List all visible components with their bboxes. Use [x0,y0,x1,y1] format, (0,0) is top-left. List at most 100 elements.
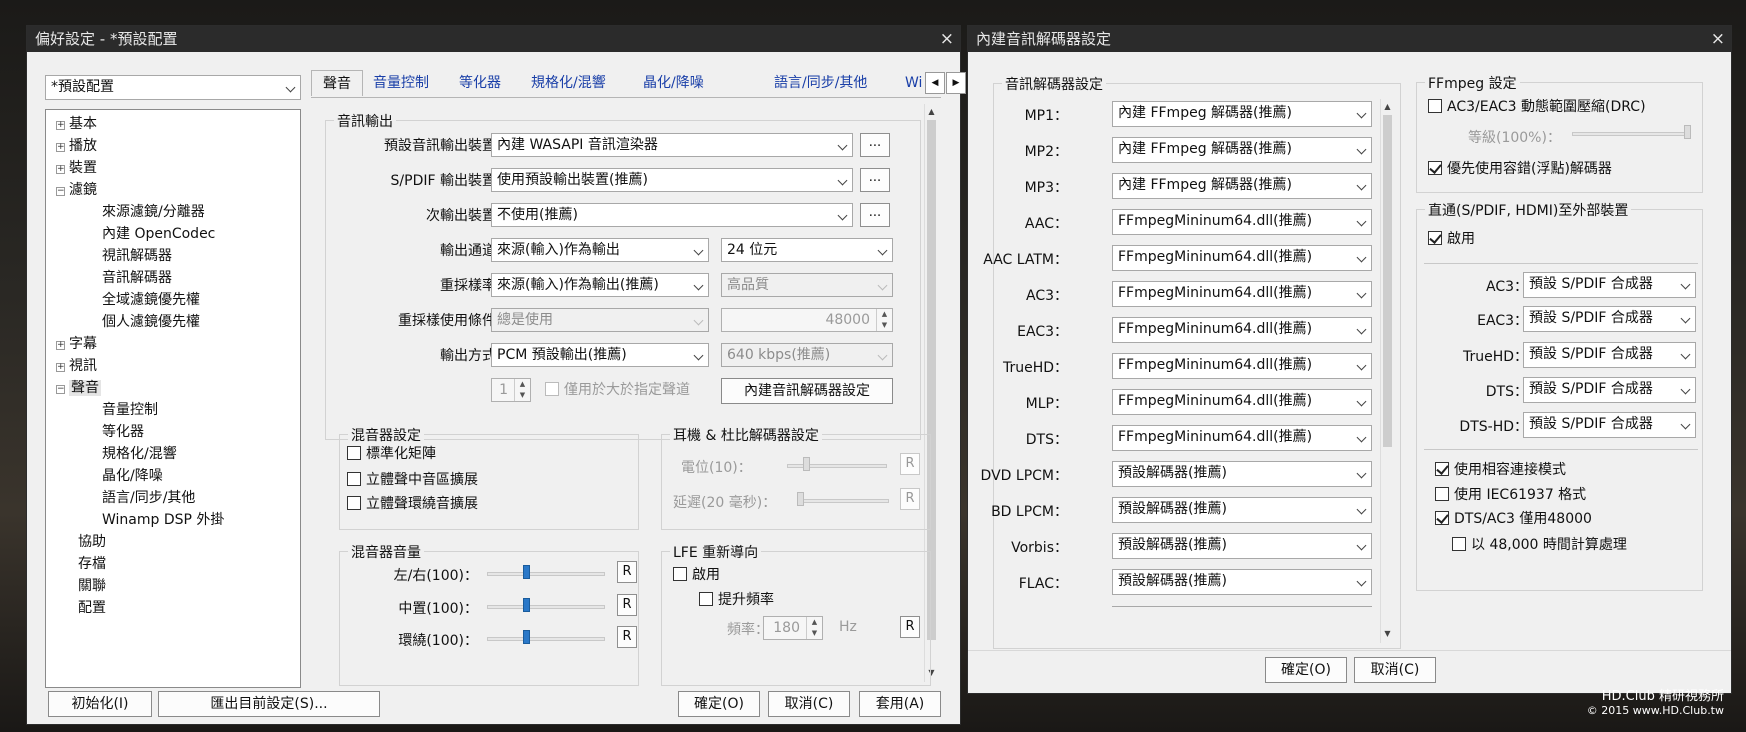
decoder-mp3-select[interactable]: 內建 FFmpeg 解碼器(推薦) [1112,173,1372,199]
decoder-ac3-select[interactable]: FFmpegMininum64.dll(推薦) [1112,281,1372,307]
spin-buttons-icon[interactable]: ▲ ▼ [514,379,530,401]
tree-item-profiles[interactable]: 配置 [78,599,106,617]
tree-item-audio-decoder[interactable]: 音訊解碼器 [102,269,172,287]
tab-sound[interactable]: 聲音 [311,70,363,96]
tab-language-sync[interactable]: 語言/同步/其他 [774,70,867,96]
tree-item-playback[interactable]: + 播放 [56,137,97,155]
decoder-dvd-lpcm-select[interactable]: 預設解碼器(推薦) [1112,461,1372,487]
surround-slider-thumb[interactable] [523,630,530,644]
passthrough-ac3-select[interactable]: 預設 S/PDIF 合成器 [1523,272,1696,298]
tree-item-video-decoder[interactable]: 視訊解碼器 [102,247,172,265]
tree-item-global-filter-priority[interactable]: 全域濾鏡優先權 [102,291,200,309]
sample-rate-input[interactable]: 48000 ▲ ▼ [721,308,893,332]
apply-button[interactable]: 套用(A) [859,691,941,717]
tab-winamp[interactable]: Wi [905,70,922,96]
tree-item-filters[interactable]: − 濾鏡 [56,181,97,199]
resample-quality-select[interactable]: 高品質 [721,273,893,297]
expand-icon[interactable]: + [56,341,65,350]
level-reset-button[interactable]: R [900,453,920,475]
decoder-bd-lpcm-select[interactable]: 預設解碼器(推薦) [1112,497,1372,523]
tree-item-crystal-denoise[interactable]: 晶化/降噪 [102,467,163,485]
delay-slider-thumb[interactable] [797,492,804,506]
tab-scroll-left-icon[interactable]: ◀ [925,72,945,94]
output-method-select[interactable]: PCM 預設輸出(推薦) [491,343,709,367]
tree-item-language-sync[interactable]: 語言/同步/其他 [102,489,195,507]
resample-condition-select[interactable]: 總是使用 [491,308,709,332]
tree-item-opencodec[interactable]: 內建 OpenCodec [102,225,215,243]
initialize-button[interactable]: 初始化(I) [48,691,152,717]
secondary-device-more-button[interactable]: ... [860,203,890,227]
resample-rate-select[interactable]: 來源(輸入)作為輸出(推薦) [491,273,709,297]
decoder-ok-button[interactable]: 確定(O) [1265,657,1347,683]
tab-equalizer[interactable]: 等化器 [459,70,501,96]
prefer-float-decoder-checkbox[interactable]: 優先使用容錯(浮點)解碼器 [1428,161,1612,177]
close-icon[interactable]: × [1711,26,1725,52]
passthrough-eac3-select[interactable]: 預設 S/PDIF 合成器 [1523,306,1696,332]
bitrate-select[interactable]: 640 kbps(推薦) [721,343,893,367]
compat-mode-checkbox[interactable]: 使用相容連接模式 [1435,462,1566,478]
delay-slider-track[interactable] [797,499,889,503]
spdif-device-more-button[interactable]: ... [860,168,890,192]
decoder-aac-select[interactable]: FFmpegMininum64.dll(推薦) [1112,209,1372,235]
stereo-surround-checkbox[interactable]: 立體聲環繞音擴展 [347,496,478,512]
expand-icon[interactable]: + [56,121,65,130]
decoder-cancel-button[interactable]: 取消(C) [1354,657,1436,683]
bit-depth-select[interactable]: 24 位元 [721,238,893,262]
passthrough-dts-hd-select[interactable]: 預設 S/PDIF 合成器 [1523,412,1696,438]
center-slider-track[interactable] [487,605,605,609]
builtin-decoder-settings-button[interactable]: 內建音訊解碼器設定 [721,378,893,404]
lfe-boost-checkbox[interactable]: 提升頻率 [699,592,774,608]
close-icon[interactable]: × [940,26,954,52]
drc-level-slider-thumb[interactable] [1684,125,1691,139]
cancel-button[interactable]: 取消(C) [768,691,850,717]
profile-select[interactable]: *預設配置 [45,75,301,100]
tree-item-source-filter[interactable]: 來源濾鏡/分離器 [102,203,205,221]
decoder-mp1-select[interactable]: 內建 FFmpeg 解碼器(推薦) [1112,101,1372,127]
drc-checkbox[interactable]: AC3/EAC3 動態範圍壓縮(DRC) [1428,99,1646,115]
tree-item-basic[interactable]: + 基本 [56,115,97,133]
only-above-channels-checkbox[interactable]: 僅用於大於指定聲道 [545,382,690,398]
default-device-select[interactable]: 內建 WASAPI 音訊渲染器 [491,133,853,157]
expand-icon[interactable]: + [56,143,65,152]
normalize-matrix-checkbox[interactable]: 標準化矩陣 [347,446,436,462]
decoder-eac3-select[interactable]: FFmpegMininum64.dll(推薦) [1112,317,1372,343]
surround-slider-track[interactable] [487,637,605,641]
decoder-vorbis-select[interactable]: 預設解碼器(推薦) [1112,533,1372,559]
tree-item-help[interactable]: 協助 [78,533,106,551]
channel-count-input[interactable]: 1 ▲ ▼ [491,378,531,402]
expand-icon[interactable]: + [56,165,65,174]
passthrough-truehd-select[interactable]: 預設 S/PDIF 合成器 [1523,342,1696,368]
surround-reset-button[interactable]: R [617,626,637,648]
tab-normalize-reverb[interactable]: 規格化/混響 [531,70,606,96]
output-channels-select[interactable]: 來源(輸入)作為輸出 [491,238,709,262]
tab-volume-control[interactable]: 音量控制 [373,70,429,96]
spin-buttons-icon[interactable]: ▲ ▼ [876,309,892,331]
tree-item-personal-filter-priority[interactable]: 個人濾鏡優先權 [102,313,200,331]
tree-item-associations[interactable]: 關聯 [78,577,106,595]
spdif-device-select[interactable]: 使用預設輸出裝置(推薦) [491,168,853,192]
stereo-center-checkbox[interactable]: 立體聲中音區擴展 [347,472,478,488]
passthrough-dts-select[interactable]: 預設 S/PDIF 合成器 [1523,377,1696,403]
tree-item-normalize-reverb[interactable]: 規格化/混響 [102,445,177,463]
tree-item-video[interactable]: + 視訊 [56,357,97,375]
delay-reset-button[interactable]: R [900,488,920,510]
tab-scroll-right-icon[interactable]: ▶ [946,72,966,94]
expand-icon[interactable]: + [56,363,65,372]
tree-item-devices[interactable]: + 裝置 [56,159,97,177]
decoder-list-scrollbar[interactable]: ▲ ▼ [1380,99,1394,643]
tab-crystal-denoise[interactable]: 晶化/降噪 [643,70,704,96]
decoder-flac-select[interactable]: 預設解碼器(推薦) [1112,569,1372,595]
decoder-mlp-select[interactable]: FFmpegMininum64.dll(推薦) [1112,389,1372,415]
center-reset-button[interactable]: R [617,594,637,616]
center-slider-thumb[interactable] [523,598,530,612]
calc-48000-checkbox[interactable]: 以 48,000 時間計算處理 [1452,537,1627,553]
decoder-aac-latm-select[interactable]: FFmpegMininum64.dll(推薦) [1112,245,1372,271]
tree-item-sound[interactable]: − 聲音 [56,379,101,397]
decoder-mp2-select[interactable]: 內建 FFmpeg 解碼器(推薦) [1112,137,1372,163]
tree-item-volume-control[interactable]: 音量控制 [102,401,158,419]
decoder-truehd-select[interactable]: FFmpegMininum64.dll(推薦) [1112,353,1372,379]
left-right-slider-track[interactable] [487,572,605,576]
secondary-device-select[interactable]: 不使用(推薦) [491,203,853,227]
scroll-down-icon[interactable]: ▼ [1383,629,1392,638]
tree-item-save[interactable]: 存檔 [78,555,106,573]
